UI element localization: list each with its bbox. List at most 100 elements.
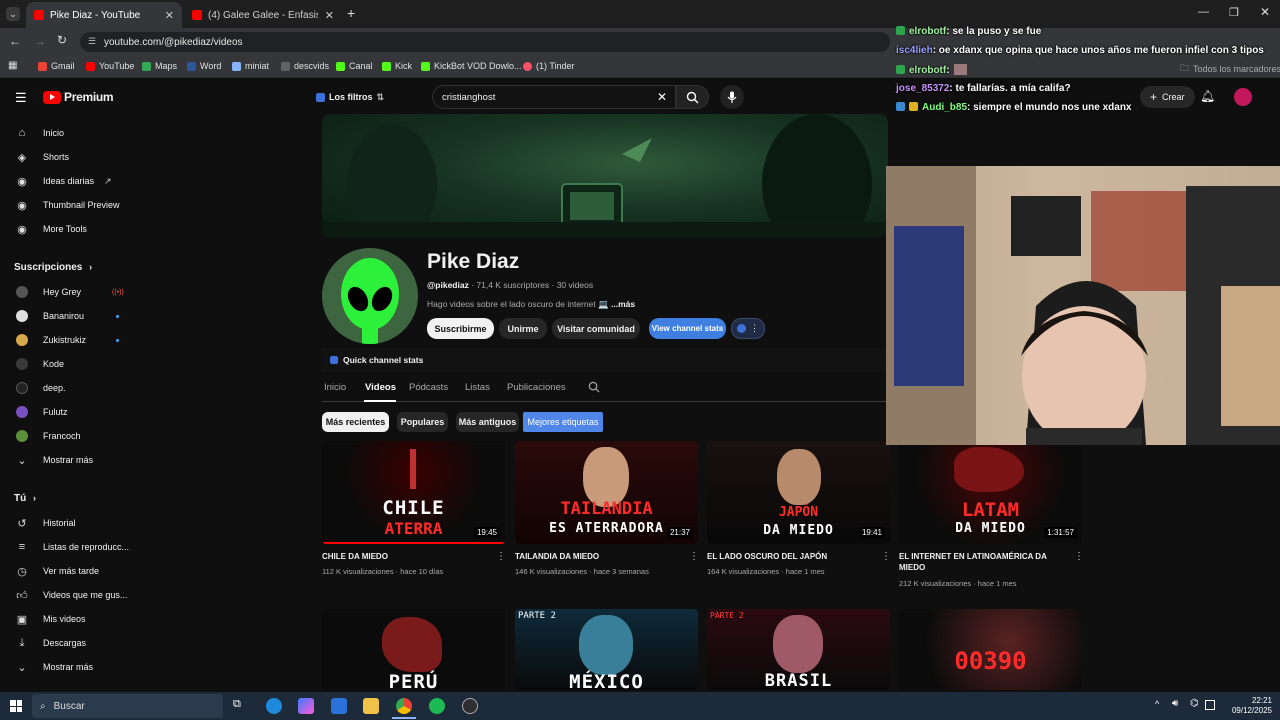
menu-icon[interactable]: ☰ — [15, 90, 27, 106]
all-bookmarks[interactable]: 🗀 Todos los marcadores — [1180, 61, 1280, 77]
sidebar-subs-show-more[interactable]: ⌄ Mostrar más — [0, 449, 140, 471]
spotify-icon[interactable] — [429, 698, 445, 714]
sidebar-sub-hey-grey[interactable]: Hey Grey ((•)) — [0, 281, 140, 303]
chip-mejores-etiquetas[interactable]: Mejores etiquetas — [523, 412, 603, 432]
sidebar-item-thumbnail-preview[interactable]: ◉ Thumbnail Preview — [0, 194, 140, 216]
taskbar-search[interactable]: ⌕ Buscar — [32, 694, 223, 718]
tab-podcasts[interactable]: Pódcasts — [409, 382, 448, 393]
bookmark-kick[interactable]: Kick — [382, 61, 412, 71]
youtube-logo[interactable]: Premium — [43, 90, 114, 104]
video-title[interactable]: EL LADO OSCURO DEL JAPÓN — [707, 551, 877, 562]
sidebar-item-my-videos[interactable]: ▣ Mis videos — [0, 608, 140, 630]
tab-inicio[interactable]: Inicio — [324, 382, 346, 393]
sidebar-sub-francoch[interactable]: Francoch — [0, 425, 140, 447]
bookmark-youtube[interactable]: YouTube — [86, 61, 134, 71]
bookmark-descvids[interactable]: descvids — [281, 61, 329, 71]
view-channel-stats-button[interactable]: View channel stats — [649, 318, 726, 339]
search-button[interactable] — [676, 85, 709, 109]
create-button[interactable]: + Crear — [1140, 86, 1195, 108]
sidebar-sub-kode[interactable]: Kode — [0, 353, 140, 375]
bookmark-tinder[interactable]: (1) Tinder — [523, 61, 575, 71]
channel-search-icon[interactable] — [588, 381, 600, 393]
tab-search-icon[interactable]: ⌄ — [6, 7, 20, 21]
bookmark-maps[interactable]: Maps — [142, 61, 177, 71]
video-thumbnail[interactable]: PERÚ — [322, 609, 505, 690]
video-menu-icon[interactable]: ⋮ — [689, 551, 699, 562]
sidebar-item-ideas[interactable]: ◉ Ideas diarias ↗ — [0, 170, 140, 192]
clear-search-icon[interactable]: ✕ — [657, 90, 667, 104]
url-bar[interactable]: ☰ youtube.com/@pikediaz/videos — [80, 32, 890, 52]
tab-publicaciones[interactable]: Publicaciones — [507, 382, 566, 393]
restore-icon[interactable]: ❐ — [1229, 6, 1239, 19]
bookmark-word[interactable]: Word — [187, 61, 221, 71]
filters-button[interactable]: Los filtros ⇅ — [310, 88, 390, 106]
sidebar-sub-zukistrukiz[interactable]: Zukistrukiz — [0, 329, 140, 351]
task-view-icon[interactable]: ⧉ — [233, 698, 241, 711]
video-title[interactable]: CHILE DA MIEDO — [322, 551, 492, 562]
search-input[interactable]: cristianghost — [442, 92, 495, 103]
tab-galee-galee[interactable]: (4) Galee Galee - Énfasis (Vídeo ✕ — [184, 2, 342, 28]
sidebar-item-downloads[interactable]: ⤓ Descargas — [0, 632, 140, 654]
bookmark-kickbot[interactable]: KickBot VOD Dowlo... — [421, 61, 522, 71]
video-thumbnail[interactable]: TAILANDIA ES ATERRADORA 21:37 — [515, 441, 698, 544]
sidebar-item-more-tools[interactable]: ◉ More Tools — [0, 218, 140, 240]
chip-populares[interactable]: Populares — [397, 412, 448, 432]
sidebar-you-show-more[interactable]: ⌄ Mostrar más — [0, 656, 140, 678]
close-window-icon[interactable]: ✕ — [1260, 5, 1270, 19]
close-tab-icon[interactable]: ✕ — [325, 9, 334, 22]
notifications-icon[interactable]: 🔔︎ — [1200, 89, 1215, 103]
chip-mas-recientes[interactable]: Más recientes — [322, 412, 389, 432]
obs-icon[interactable] — [462, 698, 478, 714]
site-info-icon[interactable]: ☰ — [88, 36, 96, 47]
quick-channel-stats[interactable]: Quick channel stats — [322, 348, 888, 372]
tab-listas[interactable]: Listas — [465, 382, 490, 393]
battery-icon[interactable] — [1205, 700, 1215, 710]
apps-grid-icon[interactable]: ▦ — [8, 60, 17, 71]
video-title[interactable]: EL INTERNET EN LATINOAMÉRICA DA MIEDO — [899, 551, 1069, 573]
account-avatar[interactable] — [1234, 88, 1252, 106]
clock[interactable]: 22:21 09/12/2025 — [1228, 696, 1272, 716]
video-menu-icon[interactable]: ⋮ — [496, 551, 506, 562]
subscribe-button[interactable]: Suscribirme — [427, 318, 494, 339]
sidebar-sub-deep[interactable]: deep. — [0, 377, 140, 399]
close-tab-icon[interactable]: ✕ — [165, 9, 174, 22]
sidebar-item-playlists[interactable]: ≡ Listas de reproducc... — [0, 536, 140, 558]
sidebar-item-historial[interactable]: ↺ Historial — [0, 512, 140, 534]
sidebar-item-inicio[interactable]: ⌂ Inicio — [0, 122, 140, 144]
you-header[interactable]: Tú › — [14, 493, 36, 504]
visit-community-button[interactable]: Visitar comunidad — [552, 318, 640, 339]
back-icon[interactable]: ← — [9, 34, 21, 48]
start-icon[interactable] — [10, 700, 22, 712]
video-thumbnail[interactable]: 00390 — [899, 609, 1082, 690]
channel-description[interactable]: Hago videos sobre el lado oscuro de inte… — [427, 299, 635, 310]
bookmark-gmail[interactable]: Gmail — [38, 61, 75, 71]
video-thumbnail[interactable]: LATAM DA MIEDO 1:31:57 — [899, 441, 1082, 544]
tray-chevron-icon[interactable]: ^ — [1155, 699, 1159, 709]
voice-search-button[interactable] — [720, 85, 744, 109]
extension-menu-button[interactable]: ⋮ — [731, 318, 765, 339]
edge-icon[interactable] — [266, 698, 282, 714]
sidebar-item-watch-later[interactable]: ◷ Ver más tarde — [0, 560, 140, 582]
chip-mas-antiguos[interactable]: Más antiguos — [456, 412, 519, 432]
sidebar-sub-bananirou[interactable]: Bananirou — [0, 305, 140, 327]
reload-icon[interactable]: ↻ — [57, 33, 67, 47]
tab-videos[interactable]: Videos — [365, 382, 396, 393]
tab-pike-diaz[interactable]: Pike Diaz - YouTube ✕ — [26, 2, 182, 28]
bookmark-canal[interactable]: Canal — [336, 61, 373, 71]
volume-icon[interactable]: 🔊︎ — [1172, 698, 1178, 709]
video-menu-icon[interactable]: ⋮ — [1074, 551, 1084, 562]
description-more[interactable]: ...más — [611, 299, 635, 309]
forward-icon[interactable]: → — [34, 34, 46, 48]
video-title[interactable]: TAILANDIA DA MIEDO — [515, 551, 685, 562]
bookmark-miniat[interactable]: miniat — [232, 61, 269, 71]
chrome-icon[interactable] — [396, 698, 412, 714]
join-button[interactable]: Unirme — [499, 318, 547, 339]
new-tab-icon[interactable]: + — [347, 5, 355, 21]
sidebar-item-shorts[interactable]: ◈ Shorts — [0, 146, 140, 168]
video-thumbnail[interactable]: PARTE 2 MÉXICO — [515, 609, 698, 690]
network-icon[interactable]: ⌬ — [1190, 698, 1199, 709]
video-thumbnail[interactable]: CHILE ATERRA 19:45 — [322, 441, 505, 544]
sidebar-item-liked[interactable]: 👍︎ Videos que me gus... — [0, 584, 140, 606]
subscriptions-header[interactable]: Suscripciones › — [14, 262, 92, 273]
video-thumbnail[interactable]: PARTE 2 BRASIL — [707, 609, 890, 690]
